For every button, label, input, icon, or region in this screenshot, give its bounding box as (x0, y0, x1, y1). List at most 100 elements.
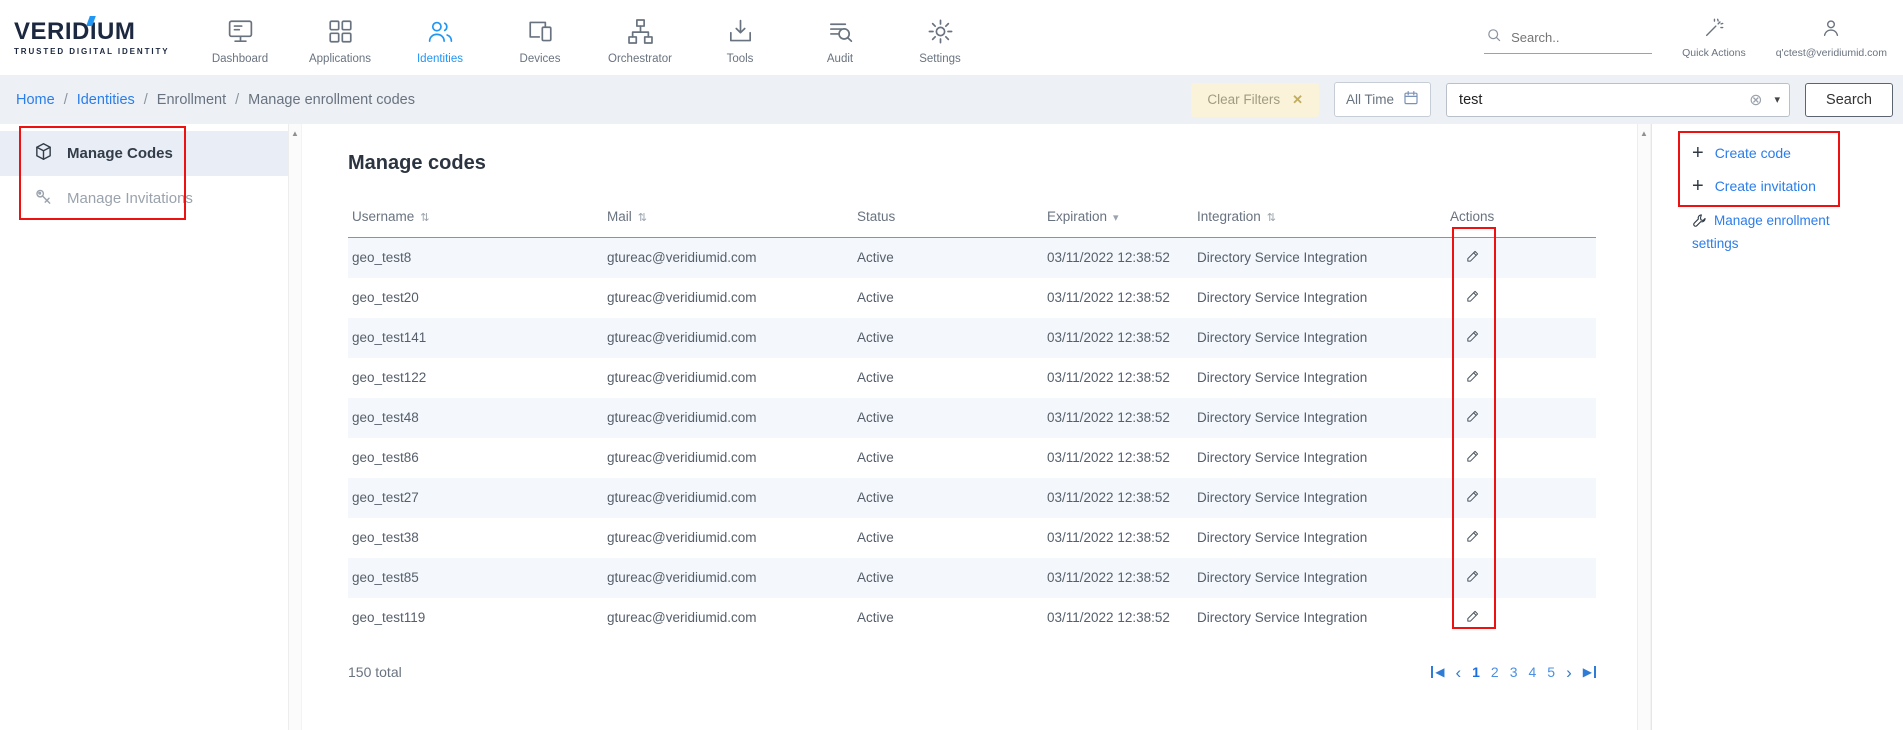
cell-status: Active (853, 398, 1043, 438)
pagination-last-icon[interactable]: ▶ (1583, 666, 1596, 678)
nav-item-tools[interactable]: Tools (690, 16, 790, 65)
top-nav: VERIDIUM TRUSTED DIGITAL IDENTITY Dashbo… (0, 0, 1903, 75)
close-icon: ✕ (1292, 92, 1303, 108)
logo-tagline: TRUSTED DIGITAL IDENTITY (14, 47, 190, 56)
pagination-page-3[interactable]: 3 (1510, 664, 1518, 680)
breadcrumb-item-home[interactable]: Home (16, 92, 55, 108)
breadcrumb-item-enrollment: Enrollment (157, 92, 226, 108)
column-header-expiration[interactable]: Expiration▾ (1043, 199, 1193, 238)
wrench-icon (1692, 213, 1707, 234)
search-button[interactable]: Search (1805, 83, 1893, 117)
cell-integration: Directory Service Integration (1193, 598, 1446, 638)
nav-item-identities[interactable]: Identities (390, 16, 490, 65)
nav-item-label: Applications (309, 53, 371, 65)
nav-item-settings[interactable]: Settings (890, 16, 990, 65)
pagination-page-2[interactable]: 2 (1491, 664, 1499, 680)
nav-item-label: Identities (417, 53, 463, 65)
time-filter-button[interactable]: All Time (1334, 82, 1431, 117)
audit-icon (826, 16, 855, 46)
edit-pencil-icon[interactable] (1464, 528, 1481, 548)
edit-pencil-icon[interactable] (1464, 408, 1481, 428)
pagination-next-icon[interactable]: › (1566, 664, 1572, 681)
cell-integration: Directory Service Integration (1193, 278, 1446, 318)
scroll-up-icon: ▲ (291, 129, 299, 138)
cell-integration: Directory Service Integration (1193, 398, 1446, 438)
cell-status: Active (853, 598, 1043, 638)
sort-icon: ⇅ (420, 212, 429, 224)
global-search[interactable] (1484, 22, 1652, 54)
codes-table: Username⇅Mail⇅StatusExpiration▾Integrati… (348, 199, 1596, 638)
cell-status: Active (853, 238, 1043, 278)
nav-item-applications[interactable]: Applications (290, 16, 390, 65)
cell-mail: gtureac@veridiumid.com (603, 278, 853, 318)
cell-mail: gtureac@veridiumid.com (603, 438, 853, 478)
global-search-input[interactable] (1511, 30, 1636, 45)
column-header-integration[interactable]: Integration⇅ (1193, 199, 1446, 238)
plus-icon: + (1692, 146, 1704, 160)
edit-pencil-icon[interactable] (1464, 488, 1481, 508)
pagination-first-icon[interactable]: ◀ (1431, 666, 1444, 678)
cell-actions (1446, 518, 1596, 558)
quick-actions-button[interactable]: Quick Actions (1682, 17, 1746, 59)
cell-username: geo_test20 (348, 278, 603, 318)
edit-pencil-icon[interactable] (1464, 608, 1481, 628)
edit-pencil-icon[interactable] (1464, 328, 1481, 348)
main-nav: Dashboard Applications Identities DevicesOr… (190, 10, 990, 65)
create-invitation-button[interactable]: + Create invitation (1692, 178, 1903, 194)
main-scrollbar[interactable]: ▲ (1637, 124, 1651, 730)
plus-icon: + (1692, 179, 1704, 193)
cell-integration: Directory Service Integration (1193, 238, 1446, 278)
chevron-down-icon[interactable]: ▾ (1775, 93, 1781, 106)
cell-username: geo_test141 (348, 318, 603, 358)
breadcrumb-separator: / (235, 92, 239, 108)
filter-search-input[interactable] (1459, 92, 1749, 108)
pagination-page-4[interactable]: 4 (1529, 664, 1537, 680)
clear-filters-button[interactable]: Clear Filters ✕ (1191, 83, 1319, 117)
cell-username: geo_test119 (348, 598, 603, 638)
cell-integration: Directory Service Integration (1193, 358, 1446, 398)
nav-item-orchestrator[interactable]: Orchestrator (590, 16, 690, 65)
scroll-up-icon: ▲ (1640, 129, 1648, 138)
nav-item-dashboard[interactable]: Dashboard (190, 16, 290, 65)
column-header-username[interactable]: Username⇅ (348, 199, 603, 238)
breadcrumb-item-identities[interactable]: Identities (77, 92, 135, 108)
pagination-page-1[interactable]: 1 (1472, 664, 1480, 680)
invitations-icon (34, 187, 53, 210)
cell-actions (1446, 238, 1596, 278)
edit-pencil-icon[interactable] (1464, 568, 1481, 588)
sidebar-scrollbar[interactable]: ▲ (288, 124, 302, 730)
nav-item-label: Settings (919, 53, 961, 65)
table-row: geo_test8gtureac@veridiumid.comActive03/… (348, 238, 1596, 278)
main-content: Manage codes Username⇅Mail⇅StatusExpirat… (302, 124, 1637, 730)
edit-pencil-icon[interactable] (1464, 288, 1481, 308)
column-header-mail[interactable]: Mail⇅ (603, 199, 853, 238)
edit-pencil-icon[interactable] (1464, 368, 1481, 388)
cell-mail: gtureac@veridiumid.com (603, 358, 853, 398)
cell-mail: gtureac@veridiumid.com (603, 318, 853, 358)
sort-desc-icon: ▾ (1113, 212, 1119, 224)
manage-enrollment-settings-link[interactable]: Manage enrollment settings (1692, 211, 1864, 255)
pagination-prev-icon[interactable]: ‹ (1455, 664, 1461, 681)
user-icon (1820, 17, 1842, 42)
cell-mail: gtureac@veridiumid.com (603, 518, 853, 558)
create-code-button[interactable]: + Create code (1692, 145, 1903, 161)
cell-expiration: 03/11/2022 12:38:52 (1043, 598, 1193, 638)
veridium-logo: VERIDIUM TRUSTED DIGITAL IDENTITY (0, 20, 190, 56)
sort-icon: ⇅ (638, 212, 647, 224)
nav-item-label: Tools (727, 53, 754, 65)
sort-icon: ⇅ (1267, 212, 1276, 224)
clear-input-icon[interactable]: ⊗ (1749, 90, 1762, 110)
cell-expiration: 03/11/2022 12:38:52 (1043, 238, 1193, 278)
breadcrumb-separator: / (144, 92, 148, 108)
edit-pencil-icon[interactable] (1464, 248, 1481, 268)
quick-actions-label: Quick Actions (1682, 47, 1746, 59)
edit-pencil-icon[interactable] (1464, 448, 1481, 468)
sidebar-item-manage-invitations[interactable]: Manage Invitations (0, 176, 288, 221)
sidebar-item-label: Manage Codes (67, 145, 173, 162)
user-menu[interactable]: q'ctest@veridiumid.com (1776, 17, 1887, 59)
cell-expiration: 03/11/2022 12:38:52 (1043, 318, 1193, 358)
nav-item-devices[interactable]: Devices (490, 16, 590, 65)
nav-item-audit[interactable]: Audit (790, 16, 890, 65)
sidebar-item-manage-codes[interactable]: Manage Codes (0, 131, 288, 176)
pagination-page-5[interactable]: 5 (1547, 664, 1555, 680)
